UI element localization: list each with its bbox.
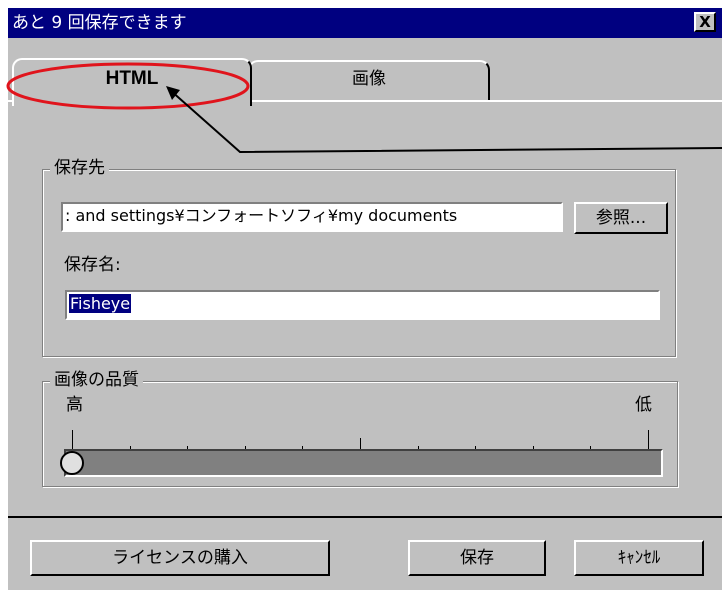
save-dialog: あと 9 回保存できます X HTML 画像 保存先 : and setting… — [8, 8, 722, 590]
tab-image[interactable]: 画像 — [248, 60, 490, 100]
save-name-label: 保存名: — [64, 255, 121, 275]
save-name-input[interactable]: Fisheye — [65, 290, 660, 320]
quality-low-label: 低 — [635, 395, 652, 415]
tab-panel: 保存先 : and settings¥コンフォートソフィ¥my document… — [8, 100, 722, 518]
tab-image-label: 画像 — [352, 69, 386, 89]
quality-slider-thumb[interactable] — [60, 451, 84, 475]
save-button[interactable]: 保存 — [408, 540, 546, 576]
save-name-value: Fisheye — [69, 294, 132, 313]
close-button[interactable]: X — [694, 12, 716, 32]
tab-html[interactable]: HTML — [12, 58, 252, 106]
browse-button[interactable]: 参照... — [574, 202, 668, 234]
tab-html-label: HTML — [105, 68, 159, 89]
save-location-group — [42, 169, 676, 357]
title-bar[interactable]: あと 9 回保存できます X — [8, 8, 722, 38]
quality-slider-track[interactable] — [64, 449, 663, 477]
window-title: あと 9 回保存できます — [12, 13, 187, 33]
save-location-title: 保存先 — [50, 157, 109, 179]
purchase-license-button[interactable]: ライセンスの購入 — [30, 540, 330, 576]
cancel-button[interactable]: ｷｬﾝｾﾙ — [574, 540, 704, 576]
close-icon: X — [699, 13, 711, 31]
quality-title: 画像の品質 — [50, 369, 143, 391]
save-path-field[interactable]: : and settings¥コンフォートソフィ¥my documents — [61, 202, 563, 232]
quality-high-label: 高 — [66, 395, 83, 415]
